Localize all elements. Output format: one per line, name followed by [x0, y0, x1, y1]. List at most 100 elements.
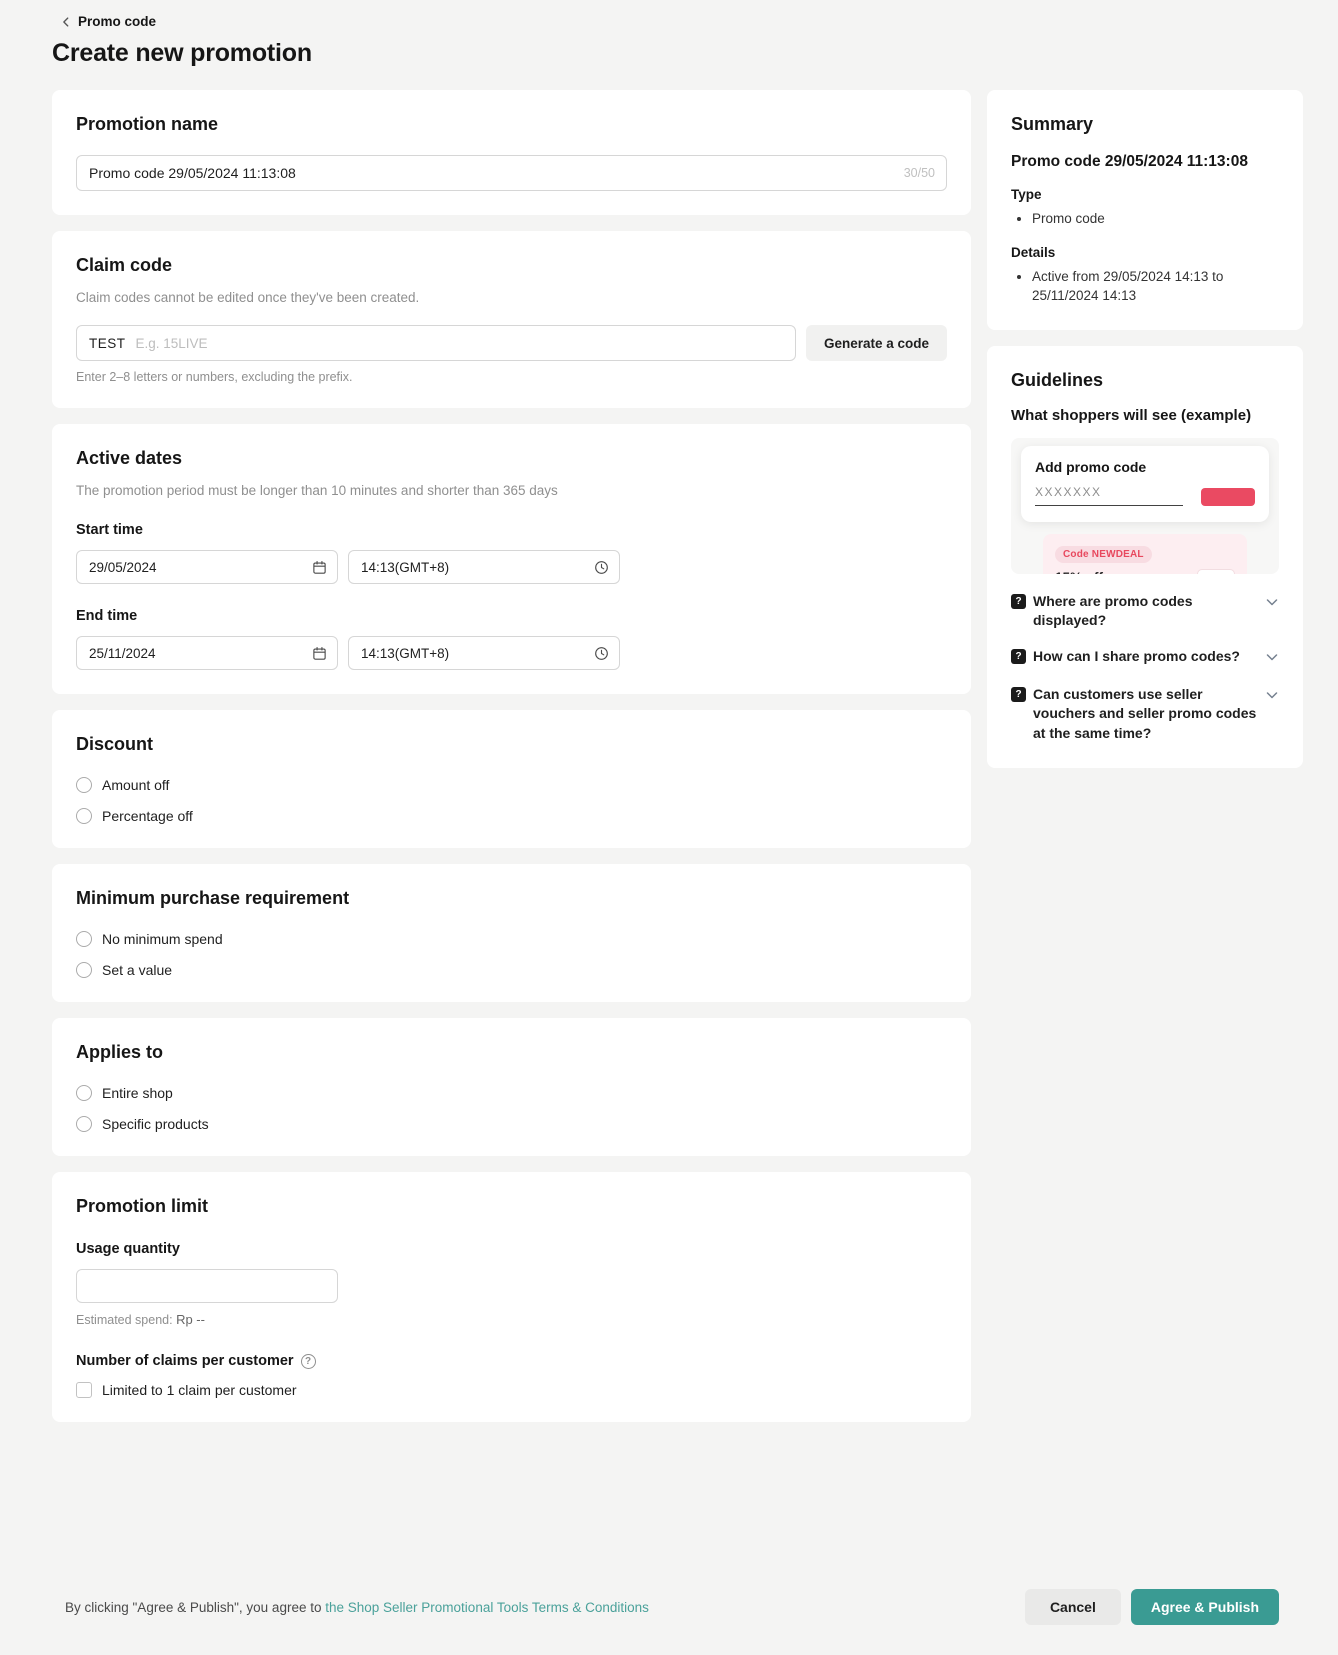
chevron-down-icon[interactable] — [1265, 595, 1279, 614]
active-dates-heading: Active dates — [76, 448, 947, 469]
claim-code-description: Claim codes cannot be edited once they'v… — [76, 290, 947, 305]
usage-quantity-input[interactable] — [76, 1269, 338, 1303]
form-column: Promotion name 30/50 Claim code Claim co… — [52, 90, 971, 1422]
page-title: Create new promotion — [52, 39, 1303, 68]
radio-no-minimum-spend[interactable]: No minimum spend — [76, 931, 947, 947]
radio-icon[interactable] — [76, 1085, 92, 1101]
radio-entire-shop[interactable]: Entire shop — [76, 1085, 947, 1101]
question-square-icon: ? — [1011, 649, 1026, 664]
summary-type-value: Promo code — [1032, 209, 1279, 229]
promotion-limit-card: Promotion limit Usage quantity Estimated… — [52, 1172, 971, 1422]
summary-card: Summary Promo code 29/05/2024 11:13:08 T… — [987, 90, 1303, 330]
claim-code-input[interactable] — [136, 336, 783, 351]
example-voucher-button — [1197, 569, 1235, 574]
estimated-spend: Estimated spend: Rp -- — [76, 1312, 947, 1327]
radio-label: No minimum spend — [102, 931, 223, 947]
min-purchase-card: Minimum purchase requirement No minimum … — [52, 864, 971, 1002]
estimated-spend-label: Estimated spend: — [76, 1313, 173, 1327]
claim-code-heading: Claim code — [76, 255, 947, 276]
radio-icon[interactable] — [76, 962, 92, 978]
cancel-button[interactable]: Cancel — [1025, 1589, 1121, 1625]
help-circle-icon[interactable]: ? — [301, 1354, 316, 1369]
discount-heading: Discount — [76, 734, 947, 755]
claim-code-helper: Enter 2–8 letters or numbers, excluding … — [76, 370, 947, 384]
promotion-limit-heading: Promotion limit — [76, 1196, 947, 1217]
faq-question: Can customers use seller vouchers and se… — [1033, 685, 1258, 744]
faq-item-vouchers-and-codes[interactable]: ? Can customers use seller vouchers and … — [1011, 685, 1279, 744]
guidelines-heading: Guidelines — [1011, 370, 1279, 391]
chevron-left-icon — [60, 16, 72, 28]
faq-list: ? Where are promo codes displayed? ? How… — [1011, 592, 1279, 744]
shopper-example-preview: Add promo code XXXXXXX Code NEWDEAL 15% … — [1011, 438, 1279, 574]
discount-card: Discount Amount off Percentage off — [52, 710, 971, 848]
content-area: Promotion name 30/50 Claim code Claim co… — [52, 90, 1303, 1422]
radio-set-a-value[interactable]: Set a value — [76, 962, 947, 978]
promotion-name-input[interactable] — [76, 155, 947, 191]
radio-specific-products[interactable]: Specific products — [76, 1116, 947, 1132]
start-time-label: Start time — [76, 522, 947, 538]
checkbox-icon[interactable] — [76, 1382, 92, 1398]
applies-to-heading: Applies to — [76, 1042, 947, 1063]
promotion-name-heading: Promotion name — [76, 114, 947, 135]
start-time-value: 14:13(GMT+8) — [361, 560, 449, 575]
end-time-picker[interactable]: 14:13(GMT+8) — [348, 636, 620, 670]
radio-icon[interactable] — [76, 931, 92, 947]
claims-per-customer-label: Number of claims per customer — [76, 1353, 294, 1369]
agree-publish-button[interactable]: Agree & Publish — [1131, 1589, 1279, 1625]
example-add-promo-card: Add promo code XXXXXXX — [1021, 446, 1269, 522]
radio-label: Percentage off — [102, 808, 193, 824]
question-square-icon: ? — [1011, 687, 1026, 702]
back-label: Promo code — [78, 14, 156, 29]
radio-icon[interactable] — [76, 1116, 92, 1132]
agreement-text: By clicking "Agree & Publish", you agree… — [65, 1600, 649, 1615]
start-time-picker[interactable]: 14:13(GMT+8) — [348, 550, 620, 584]
claim-code-prefix: TEST — [89, 336, 126, 351]
promotion-name-card: Promotion name 30/50 — [52, 90, 971, 215]
min-purchase-heading: Minimum purchase requirement — [76, 888, 947, 909]
summary-promo-title: Promo code 29/05/2024 11:13:08 — [1011, 153, 1279, 171]
end-date-picker[interactable]: 25/11/2024 — [76, 636, 338, 670]
radio-label: Specific products — [102, 1116, 209, 1132]
faq-question: Where are promo codes displayed? — [1033, 592, 1258, 631]
estimated-spend-value: Rp -- — [176, 1312, 205, 1327]
radio-icon[interactable] — [76, 808, 92, 824]
radio-amount-off[interactable]: Amount off — [76, 777, 947, 793]
faq-item-where-displayed[interactable]: ? Where are promo codes displayed? — [1011, 592, 1279, 631]
faq-question: How can I share promo codes? — [1033, 647, 1258, 667]
example-discount-text: 15% off — [1055, 570, 1152, 574]
footer-bar: By clicking "Agree & Publish", you agree… — [52, 1563, 1303, 1655]
checkbox-label: Limited to 1 claim per customer — [102, 1382, 297, 1398]
limit-one-claim-checkbox-row[interactable]: Limited to 1 claim per customer — [76, 1382, 947, 1398]
terms-link[interactable]: the Shop Seller Promotional Tools Terms … — [325, 1600, 649, 1615]
applies-to-card: Applies to Entire shop Specific products — [52, 1018, 971, 1156]
end-time-label: End time — [76, 608, 947, 624]
chevron-down-icon[interactable] — [1265, 688, 1279, 707]
start-date-picker[interactable]: 29/05/2024 — [76, 550, 338, 584]
guidelines-subheading: What shoppers will see (example) — [1011, 407, 1279, 424]
calendar-icon — [312, 560, 327, 575]
example-code-badge: Code NEWDEAL — [1055, 546, 1152, 563]
end-date-value: 25/11/2024 — [89, 646, 156, 661]
char-counter: 30/50 — [904, 166, 935, 180]
summary-details-label: Details — [1011, 245, 1279, 260]
claim-code-input-box[interactable]: TEST — [76, 325, 796, 361]
radio-icon[interactable] — [76, 777, 92, 793]
radio-label: Entire shop — [102, 1085, 173, 1101]
create-promotion-page: Promo code Create new promotion Promotio… — [0, 0, 1338, 1655]
side-column: Summary Promo code 29/05/2024 11:13:08 T… — [987, 90, 1303, 768]
back-link[interactable]: Promo code — [60, 14, 1303, 29]
active-dates-description: The promotion period must be longer than… — [76, 483, 947, 498]
clock-icon — [594, 646, 609, 661]
radio-percentage-off[interactable]: Percentage off — [76, 808, 947, 824]
example-code-input: XXXXXXX — [1035, 485, 1183, 506]
calendar-icon — [312, 646, 327, 661]
agreement-prefix: By clicking "Agree & Publish", you agree… — [65, 1600, 321, 1615]
chevron-down-icon[interactable] — [1265, 650, 1279, 669]
generate-code-button[interactable]: Generate a code — [806, 325, 947, 361]
clock-icon — [594, 560, 609, 575]
summary-details-value: Active from 29/05/2024 14:13 to 25/11/20… — [1032, 267, 1279, 306]
summary-type-label: Type — [1011, 187, 1279, 202]
summary-heading: Summary — [1011, 114, 1279, 135]
example-voucher: Code NEWDEAL 15% off — [1043, 534, 1247, 574]
faq-item-share-codes[interactable]: ? How can I share promo codes? — [1011, 647, 1279, 669]
